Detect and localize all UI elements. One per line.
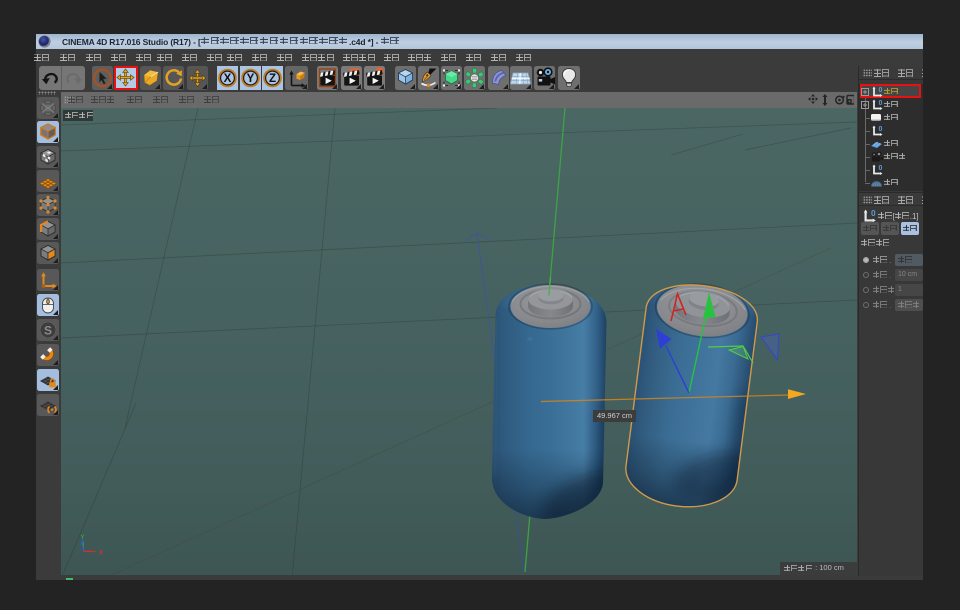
svg-text:Z: Z: [80, 540, 84, 546]
svg-text:0: 0: [879, 165, 883, 172]
svg-text:0: 0: [879, 126, 883, 133]
svg-text:0: 0: [871, 209, 876, 218]
svg-text:Y: Y: [246, 73, 254, 85]
svg-text:X: X: [224, 73, 232, 85]
svg-text:0: 0: [879, 87, 883, 94]
svg-text:X: X: [99, 550, 103, 556]
svg-text:0: 0: [879, 100, 883, 107]
svg-text:S: S: [44, 323, 52, 337]
svg-text:Z: Z: [269, 73, 276, 85]
